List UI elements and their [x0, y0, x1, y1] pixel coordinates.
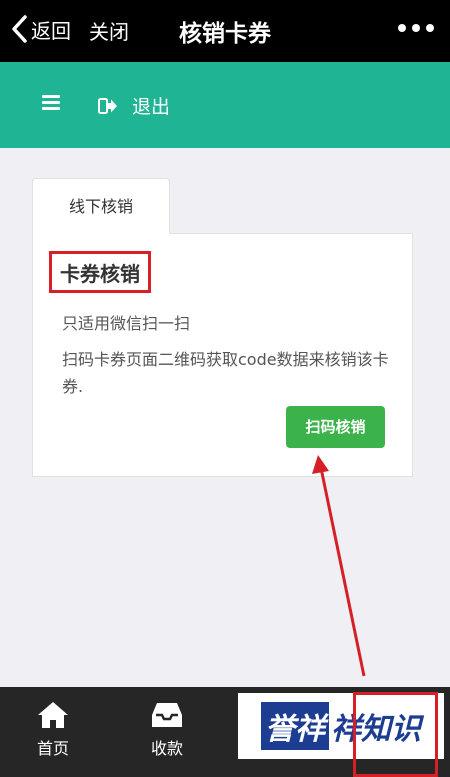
card-description: 扫码卡券页面二维码获取code数据来核销该卡券.	[62, 350, 389, 396]
inbox-icon	[152, 703, 182, 727]
tab-receive-payment[interactable]: 收款	[127, 701, 207, 759]
watermark-badge: 誉祥	[261, 702, 329, 750]
back-button[interactable]: 返回	[10, 14, 71, 44]
back-label: 返回	[31, 18, 71, 43]
close-button[interactable]: 关闭	[89, 16, 129, 45]
app-navbar: 退出	[0, 62, 450, 148]
tab-offline-verify[interactable]: 线下核销	[32, 178, 170, 234]
tab-home[interactable]: 首页	[13, 701, 93, 759]
card-subtitle: 只适用微信扫一扫	[62, 314, 191, 333]
hamburger-menu-icon[interactable]	[42, 95, 60, 111]
wechat-header: 返回 关闭 核销卡券	[0, 0, 450, 62]
chevron-left-icon	[12, 15, 27, 43]
logout-label: 退出	[132, 96, 171, 118]
scan-verify-button[interactable]: 扫码核销	[286, 406, 385, 448]
more-menu-icon[interactable]	[398, 24, 434, 32]
tab-home-label: 首页	[36, 739, 69, 758]
watermark-logo: 誉祥 祥知识	[238, 693, 444, 759]
verify-card: 卡券核销 只适用微信扫一扫 扫码卡券页面二维码获取code数据来核销该卡券. 扫…	[32, 233, 413, 477]
home-icon	[38, 702, 68, 728]
sign-out-icon	[98, 97, 117, 114]
watermark-text: 祥知识	[331, 712, 421, 747]
card-title: 卡券核销	[49, 251, 151, 293]
logout-button[interactable]: 退出	[98, 92, 170, 119]
tab-receive-label: 收款	[150, 739, 183, 758]
